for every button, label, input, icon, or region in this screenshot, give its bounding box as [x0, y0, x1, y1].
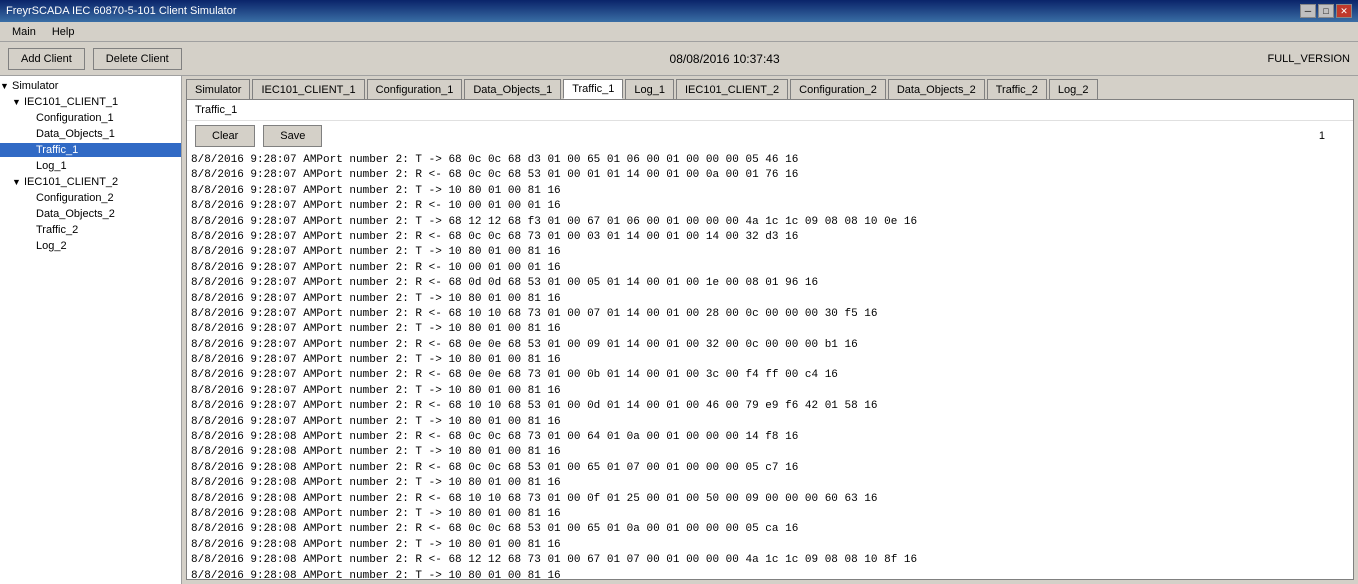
tab-iec101_client_2[interactable]: IEC101_CLIENT_2 [676, 79, 788, 99]
app-title: FreyrSCADA IEC 60870-5-101 Client Simula… [6, 5, 236, 17]
log-line: 8/8/2016 9:28:08 AMPort number 2: R <- 6… [191, 553, 1349, 568]
log-line: 8/8/2016 9:28:08 AMPort number 2: T -> 1… [191, 445, 1349, 460]
log-line: 8/8/2016 9:28:07 AMPort number 2: T -> 1… [191, 415, 1349, 430]
traffic-counter: 1 [1319, 130, 1345, 142]
log-line: 8/8/2016 9:28:07 AMPort number 2: T -> 1… [191, 292, 1349, 307]
log-line: 8/8/2016 9:28:08 AMPort number 2: T -> 1… [191, 476, 1349, 491]
log-line: 8/8/2016 9:28:07 AMPort number 2: R <- 6… [191, 368, 1349, 383]
sidebar-item-iec101_client_2[interactable]: ▼IEC101_CLIENT_2 [0, 174, 181, 190]
traffic-panel-title: Traffic_1 [187, 100, 1353, 121]
tab-configuration_1[interactable]: Configuration_1 [367, 79, 463, 99]
minimize-button[interactable]: ─ [1300, 4, 1316, 18]
sidebar-item-simulator[interactable]: ▼Simulator [0, 78, 181, 94]
sidebar-item-traffic_2[interactable]: Traffic_2 [0, 222, 181, 238]
tab-traffic_1[interactable]: Traffic_1 [563, 79, 623, 99]
version-display: FULL_VERSION [1267, 53, 1350, 65]
sidebar-item-data_objects_1[interactable]: Data_Objects_1 [0, 126, 181, 142]
tab-data_objects_1[interactable]: Data_Objects_1 [464, 79, 561, 99]
sidebar-item-configuration_2[interactable]: Configuration_2 [0, 190, 181, 206]
log-line: 8/8/2016 9:28:07 AMPort number 2: T -> 1… [191, 184, 1349, 199]
menu-main[interactable]: Main [4, 25, 44, 39]
close-button[interactable]: ✕ [1336, 4, 1352, 18]
log-line: 8/8/2016 9:28:08 AMPort number 2: T -> 1… [191, 538, 1349, 553]
log-line: 8/8/2016 9:28:07 AMPort number 2: T -> 6… [191, 215, 1349, 230]
menu-bar: Main Help [0, 22, 1358, 42]
sidebar-item-label-traffic_2: Traffic_2 [36, 224, 78, 236]
tab-data_objects_2[interactable]: Data_Objects_2 [888, 79, 985, 99]
sidebar-item-label-log_1: Log_1 [36, 160, 67, 172]
content-area: SimulatorIEC101_CLIENT_1Configuration_1D… [182, 76, 1358, 584]
clear-button[interactable]: Clear [195, 125, 255, 147]
sidebar-item-label-configuration_2: Configuration_2 [36, 192, 114, 204]
save-button[interactable]: Save [263, 125, 322, 147]
log-line: 8/8/2016 9:28:07 AMPort number 2: R <- 1… [191, 261, 1349, 276]
log-line: 8/8/2016 9:28:07 AMPort number 2: T -> 1… [191, 384, 1349, 399]
tab-traffic_2[interactable]: Traffic_2 [987, 79, 1047, 99]
log-line: 8/8/2016 9:28:07 AMPort number 2: T -> 1… [191, 245, 1349, 260]
sidebar-item-log_1[interactable]: Log_1 [0, 158, 181, 174]
sidebar-item-configuration_1[interactable]: Configuration_1 [0, 110, 181, 126]
sidebar-item-label-configuration_1: Configuration_1 [36, 112, 114, 124]
expand-icon-iec101_client_1: ▼ [12, 97, 22, 107]
log-line: 8/8/2016 9:28:07 AMPort number 2: T -> 1… [191, 322, 1349, 337]
log-line: 8/8/2016 9:28:08 AMPort number 2: R <- 6… [191, 461, 1349, 476]
tab-iec101_client_1[interactable]: IEC101_CLIENT_1 [252, 79, 364, 99]
toolbar: Add Client Delete Client 08/08/2016 10:3… [0, 42, 1358, 76]
expand-icon-simulator: ▼ [0, 81, 10, 91]
log-line: 8/8/2016 9:28:07 AMPort number 2: T -> 6… [191, 153, 1349, 168]
window-controls: ─ □ ✕ [1300, 4, 1352, 18]
sidebar-item-label-data_objects_1: Data_Objects_1 [36, 128, 115, 140]
log-line: 8/8/2016 9:28:07 AMPort number 2: R <- 6… [191, 168, 1349, 183]
sidebar-item-data_objects_2[interactable]: Data_Objects_2 [0, 206, 181, 222]
log-line: 8/8/2016 9:28:08 AMPort number 2: R <- 6… [191, 492, 1349, 507]
datetime-display: 08/08/2016 10:37:43 [190, 52, 1260, 66]
log-line: 8/8/2016 9:28:07 AMPort number 2: R <- 6… [191, 307, 1349, 322]
log-area[interactable]: 8/8/2016 9:28:07 AMPort number 2: T -> 6… [187, 151, 1353, 579]
log-line: 8/8/2016 9:28:07 AMPort number 2: R <- 6… [191, 276, 1349, 291]
sidebar-item-label-iec101_client_1: IEC101_CLIENT_1 [24, 96, 118, 108]
log-line: 8/8/2016 9:28:08 AMPort number 2: R <- 6… [191, 430, 1349, 445]
sidebar-item-label-data_objects_2: Data_Objects_2 [36, 208, 115, 220]
log-line: 8/8/2016 9:28:07 AMPort number 2: T -> 1… [191, 353, 1349, 368]
expand-icon-iec101_client_2: ▼ [12, 177, 22, 187]
title-bar: FreyrSCADA IEC 60870-5-101 Client Simula… [0, 0, 1358, 22]
sidebar-item-label-log_2: Log_2 [36, 240, 67, 252]
sidebar-item-label-iec101_client_2: IEC101_CLIENT_2 [24, 176, 118, 188]
tab-bar: SimulatorIEC101_CLIENT_1Configuration_1D… [182, 76, 1358, 99]
main-layout: ▼Simulator▼IEC101_CLIENT_1Configuration_… [0, 76, 1358, 584]
log-line: 8/8/2016 9:28:07 AMPort number 2: R <- 6… [191, 338, 1349, 353]
menu-help[interactable]: Help [44, 25, 83, 39]
log-line: 8/8/2016 9:28:08 AMPort number 2: T -> 1… [191, 507, 1349, 522]
log-line: 8/8/2016 9:28:08 AMPort number 2: T -> 1… [191, 569, 1349, 579]
sidebar-item-iec101_client_1[interactable]: ▼IEC101_CLIENT_1 [0, 94, 181, 110]
sidebar-item-label-simulator: Simulator [12, 80, 58, 92]
log-line: 8/8/2016 9:28:07 AMPort number 2: R <- 6… [191, 230, 1349, 245]
log-line: 8/8/2016 9:28:08 AMPort number 2: R <- 6… [191, 522, 1349, 537]
tab-simulator[interactable]: Simulator [186, 79, 250, 99]
tab-content: Traffic_1 Clear Save 1 8/8/2016 9:28:07 … [186, 99, 1354, 580]
add-client-button[interactable]: Add Client [8, 48, 85, 70]
maximize-button[interactable]: □ [1318, 4, 1334, 18]
sidebar-item-label-traffic_1: Traffic_1 [36, 144, 78, 156]
log-line: 8/8/2016 9:28:07 AMPort number 2: R <- 1… [191, 199, 1349, 214]
traffic-toolbar: Clear Save 1 [187, 121, 1353, 151]
tab-log_2[interactable]: Log_2 [1049, 79, 1098, 99]
tab-configuration_2[interactable]: Configuration_2 [790, 79, 886, 99]
sidebar-item-traffic_1[interactable]: Traffic_1 [0, 142, 181, 158]
tab-log_1[interactable]: Log_1 [625, 79, 674, 99]
sidebar-item-log_2[interactable]: Log_2 [0, 238, 181, 254]
sidebar: ▼Simulator▼IEC101_CLIENT_1Configuration_… [0, 76, 182, 584]
delete-client-button[interactable]: Delete Client [93, 48, 182, 70]
log-line: 8/8/2016 9:28:07 AMPort number 2: R <- 6… [191, 399, 1349, 414]
